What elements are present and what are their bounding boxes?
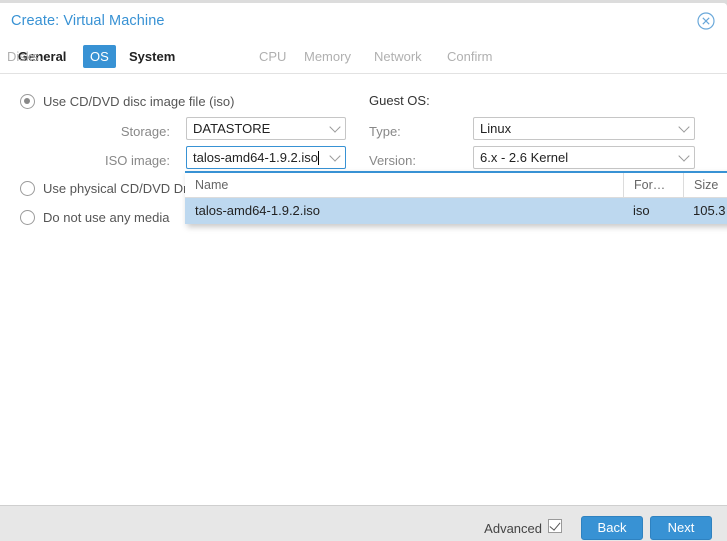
guest-os-version-value: 6.x - 2.6 Kernel: [480, 150, 569, 165]
guest-os-type-value: Linux: [480, 121, 512, 136]
tab-network: Network: [374, 49, 422, 64]
tab-os[interactable]: OS: [83, 45, 116, 68]
os-tab-panel: Use CD/DVD disc image file (iso) Storage…: [0, 74, 727, 505]
guest-os-version-select[interactable]: 6.x - 2.6 Kernel: [473, 146, 695, 169]
column-header-format[interactable]: For…: [623, 173, 683, 198]
tab-memory: Memory: [304, 49, 351, 64]
radio-indicator-iso: [20, 93, 35, 109]
dialog-titlebar: Create: Virtual Machine: [0, 3, 727, 40]
dialog-title: Create: Virtual Machine: [11, 13, 165, 29]
text-cursor: [318, 151, 320, 165]
column-header-name[interactable]: Name: [185, 173, 623, 198]
chevron-down-icon: [325, 120, 345, 133]
guest-os-version-label: Version:: [369, 153, 416, 168]
iso-row-name: talos-amd64-1.9.2.iso: [195, 203, 321, 218]
iso-image-input[interactable]: talos-amd64-1.9.2.iso: [186, 146, 346, 169]
radio-use-physical-drive[interactable]: Use physical CD/DVD Drive: [20, 179, 204, 197]
wizard-tabbar: General OS System Disks CPU Memory Netwo…: [0, 40, 727, 74]
tab-disks: Disks: [7, 49, 39, 64]
next-button[interactable]: Next: [650, 516, 712, 540]
advanced-checkbox[interactable]: [548, 519, 562, 533]
radio-label-physical: Use physical CD/DVD Drive: [43, 180, 205, 196]
radio-indicator-no-media: [20, 209, 35, 225]
guest-os-type-select[interactable]: Linux: [473, 117, 695, 140]
iso-dropdown-header: Name For… Size: [185, 173, 727, 198]
iso-row-format: iso: [633, 203, 650, 218]
radio-label-no-media: Do not use any media: [43, 209, 170, 225]
list-item[interactable]: talos-amd64-1.9.2.iso iso 105.3…: [185, 198, 727, 224]
advanced-label: Advanced: [484, 521, 542, 536]
dialog-footer: Advanced Back Next: [0, 505, 727, 541]
radio-label-iso: Use CD/DVD disc image file (iso): [43, 93, 235, 109]
chevron-down-icon: [325, 149, 345, 162]
chevron-down-icon: [674, 149, 694, 162]
radio-indicator-physical: [20, 180, 35, 196]
storage-label: Storage:: [120, 124, 170, 139]
chevron-down-icon: [674, 120, 694, 133]
guest-os-heading: Guest OS:: [369, 93, 430, 108]
tab-system[interactable]: System: [122, 45, 182, 68]
close-icon[interactable]: [697, 12, 715, 30]
iso-image-value: talos-amd64-1.9.2.iso: [187, 150, 325, 165]
storage-value: DATASTORE: [193, 121, 271, 136]
guest-os-type-label: Type:: [369, 124, 401, 139]
create-vm-dialog: Create: Virtual Machine General OS Syste…: [0, 3, 727, 541]
iso-image-label: ISO image:: [104, 153, 170, 168]
storage-select[interactable]: DATASTORE: [186, 117, 346, 140]
tab-confirm: Confirm: [447, 49, 493, 64]
radio-use-iso-file[interactable]: Use CD/DVD disc image file (iso): [20, 92, 234, 110]
iso-row-size: 105.3…: [693, 203, 727, 218]
iso-image-text: talos-amd64-1.9.2.iso: [193, 150, 319, 165]
back-button[interactable]: Back: [581, 516, 643, 540]
iso-image-dropdown[interactable]: Name For… Size talos-amd64-1.9.2.iso iso…: [185, 171, 727, 224]
tab-cpu: CPU: [259, 49, 287, 64]
column-header-size[interactable]: Size: [683, 173, 727, 198]
radio-no-media[interactable]: Do not use any media: [20, 208, 169, 226]
